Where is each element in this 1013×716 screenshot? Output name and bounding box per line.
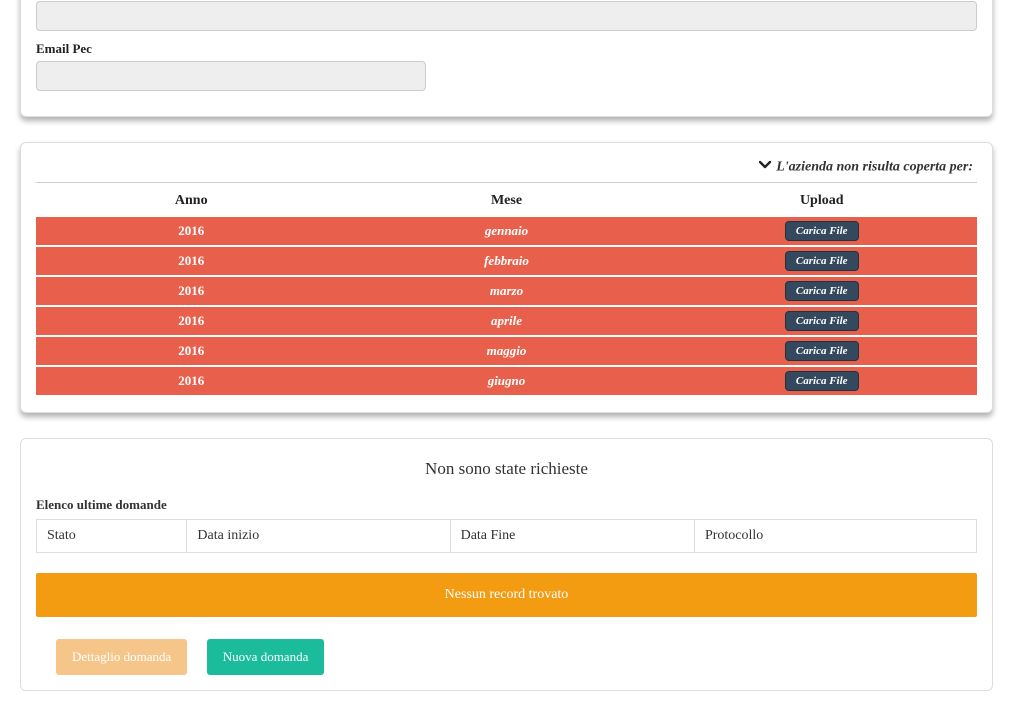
coverage-year: 2016	[36, 367, 347, 395]
coverage-row: 2016maggio Carica File	[36, 337, 977, 365]
coverage-upload-cell: Carica File	[666, 337, 977, 365]
upload-file-button[interactable]: Carica File	[785, 221, 859, 241]
coverage-row: 2016febbraio Carica File	[36, 247, 977, 275]
coverage-upload-cell: Carica File	[666, 247, 977, 275]
coverage-month: aprile	[347, 307, 667, 335]
coverage-card: L'azienda non risulta coperta per: Anno …	[20, 142, 993, 413]
coverage-year: 2016	[36, 337, 347, 365]
chevron-down-icon	[759, 159, 771, 176]
coverage-year: 2016	[36, 217, 347, 245]
coverage-row: 2016aprile Carica File	[36, 307, 977, 335]
requests-title: Non sono state richieste	[36, 459, 977, 479]
requests-card: Non sono state richieste Elenco ultime d…	[20, 438, 993, 691]
upload-file-button[interactable]: Carica File	[785, 341, 859, 361]
coverage-upload-cell: Carica File	[666, 367, 977, 395]
no-record-banner: Nessun record trovato	[36, 573, 977, 617]
coverage-month: febbraio	[347, 247, 667, 275]
upload-file-button[interactable]: Carica File	[785, 311, 859, 331]
coverage-header[interactable]: L'azienda non risulta coperta per:	[36, 153, 977, 183]
emailpec-label: Email Pec	[36, 41, 977, 57]
upload-file-button[interactable]: Carica File	[785, 371, 859, 391]
coverage-row: 2016gennaio Carica File	[36, 217, 977, 245]
coverage-row: 2016marzo Carica File	[36, 277, 977, 305]
col-fine: Data Fine	[450, 520, 694, 553]
upload-file-button[interactable]: Carica File	[785, 251, 859, 271]
col-upload: Upload	[666, 187, 977, 215]
detail-request-button[interactable]: Dettaglio domanda	[56, 639, 187, 675]
coverage-month: gennaio	[347, 217, 667, 245]
col-mese: Mese	[347, 187, 667, 215]
col-anno: Anno	[36, 187, 347, 215]
coverage-month: giugno	[347, 367, 667, 395]
coverage-header-text: L'azienda non risulta coperta per:	[776, 160, 973, 175]
coverage-month: marzo	[347, 277, 667, 305]
emailpec-input[interactable]	[36, 61, 426, 91]
new-request-button[interactable]: Nuova domanda	[207, 639, 325, 675]
col-inizio: Data inizio	[187, 520, 450, 553]
coverage-month: maggio	[347, 337, 667, 365]
coverage-year: 2016	[36, 307, 347, 335]
coverage-upload-cell: Carica File	[666, 277, 977, 305]
coverage-table: Anno Mese Upload 2016gennaioCarica File2…	[36, 185, 977, 397]
requests-list-label: Elenco ultime domande	[36, 497, 977, 513]
requests-table: Stato Data inizio Data Fine Protocollo	[36, 519, 977, 553]
coverage-upload-cell: Carica File	[666, 217, 977, 245]
coverage-year: 2016	[36, 247, 347, 275]
col-stato: Stato	[37, 520, 187, 553]
company-form-card: Rappresentante Legale Email Pec	[20, 0, 993, 117]
coverage-upload-cell: Carica File	[666, 307, 977, 335]
rappresentante-input[interactable]	[36, 1, 977, 31]
col-protocollo: Protocollo	[694, 520, 976, 553]
coverage-year: 2016	[36, 277, 347, 305]
upload-file-button[interactable]: Carica File	[785, 281, 859, 301]
coverage-row: 2016giugno Carica File	[36, 367, 977, 395]
